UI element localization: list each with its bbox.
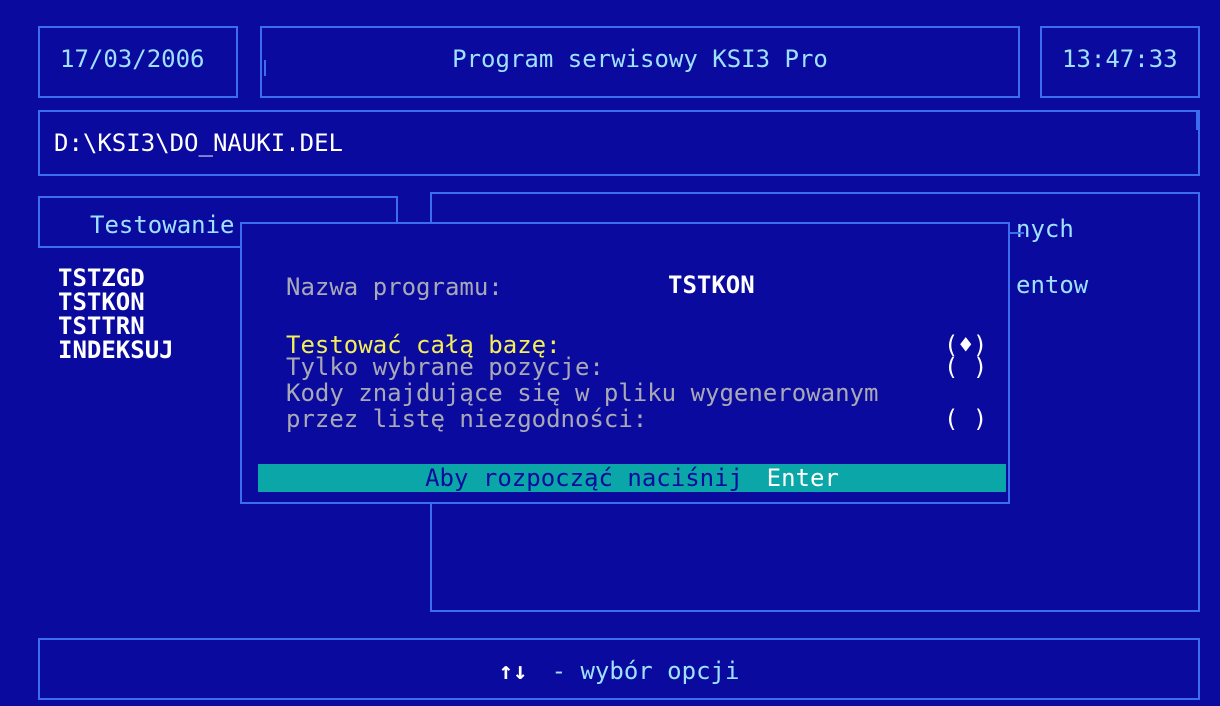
start-action-text: Aby rozpocząć naciśnij bbox=[425, 464, 743, 492]
right-panel-line1: nych bbox=[1016, 215, 1074, 243]
enter-key-label: Enter bbox=[766, 464, 839, 492]
left-panel-title: Testowanie bbox=[90, 211, 235, 239]
arrow-keys-icon: ↑↓ bbox=[498, 657, 528, 685]
date-display: 17/03/2006 bbox=[60, 45, 205, 73]
clock-display: 13:47:33 bbox=[1062, 45, 1178, 73]
option-from-file-label[interactable]: Kody znajdujące się w pliku wygenerowany… bbox=[286, 380, 878, 432]
program-name-label: Nazwa programu: bbox=[286, 273, 503, 301]
footer-hint: ↑↓ - wybór opcji bbox=[40, 658, 1198, 684]
app-title: Program serwisowy KSI3 Pro bbox=[452, 45, 828, 73]
corner-tick bbox=[380, 196, 398, 198]
corner-tick bbox=[1010, 232, 1024, 234]
path-bar: D:\KSI3\DO_NAUKI.DEL bbox=[38, 110, 1200, 176]
option-selected-items-radio[interactable]: ( ) bbox=[944, 354, 987, 380]
footer-hint-text: - wybór opcji bbox=[537, 657, 740, 685]
program-list-item[interactable]: TSTTRN bbox=[58, 314, 174, 338]
corner-tick bbox=[264, 60, 266, 76]
option-selected-items-label[interactable]: Tylko wybrane pozycje: bbox=[286, 354, 604, 380]
program-list-item[interactable]: INDEKSUJ bbox=[58, 338, 174, 362]
corner-tick bbox=[1196, 112, 1198, 130]
time-box: 13:47:33 bbox=[1040, 26, 1200, 98]
footer-hint-bar: ↑↓ - wybór opcji bbox=[38, 638, 1200, 700]
program-name-value: TSTKON bbox=[668, 271, 755, 299]
title-box: Program serwisowy KSI3 Pro bbox=[260, 26, 1020, 98]
program-list: TSTZGD TSTKON TSTTRN INDEKSUJ bbox=[58, 266, 174, 362]
service-program-screen: 17/03/2006 Program serwisowy KSI3 Pro 13… bbox=[0, 0, 1220, 706]
right-panel-line2: entow bbox=[1016, 271, 1089, 299]
program-list-item[interactable]: TSTKON bbox=[58, 290, 174, 314]
start-action-bar[interactable]: Aby rozpocząć naciśnij Enter bbox=[258, 464, 1006, 492]
date-box: 17/03/2006 bbox=[38, 26, 238, 98]
option-from-file-radio[interactable]: ( ) bbox=[944, 406, 987, 432]
file-path: D:\KSI3\DO_NAUKI.DEL bbox=[54, 129, 343, 157]
program-list-item[interactable]: TSTZGD bbox=[58, 266, 174, 290]
test-options-dialog: Nazwa programu: TSTKON Testować całą baz… bbox=[240, 222, 1010, 504]
